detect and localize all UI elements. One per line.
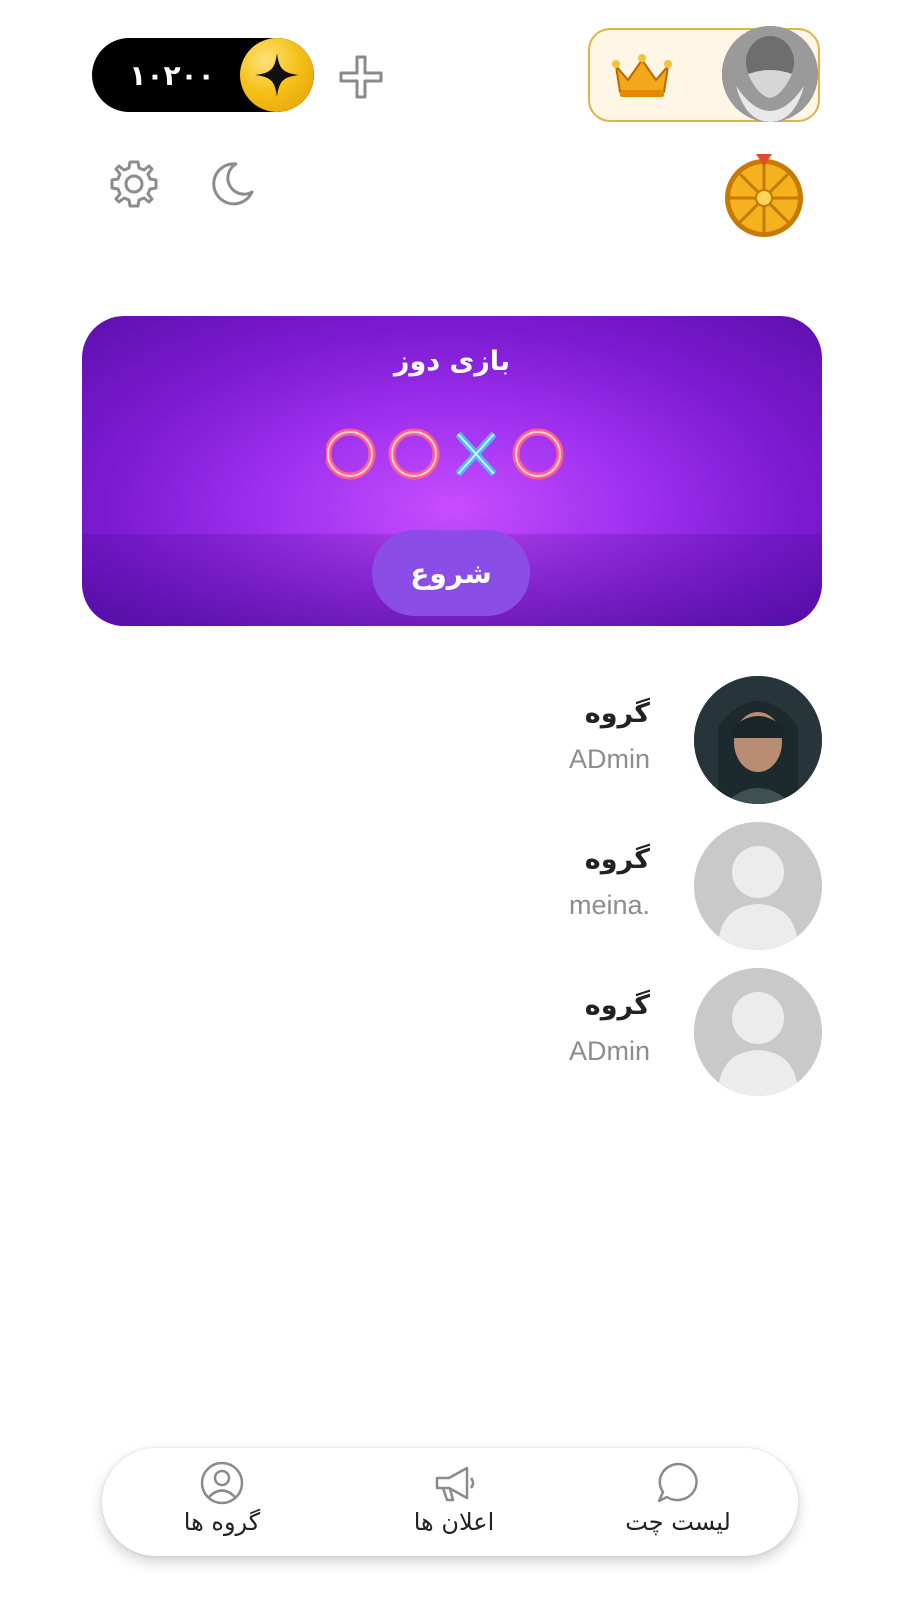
nav-chat-list-label: لیست چت [625, 1508, 731, 1536]
user-circle-icon [200, 1461, 244, 1505]
start-game-button[interactable]: شروع [372, 530, 530, 616]
gear-icon [110, 160, 158, 208]
game-title: بازی دوز [393, 346, 511, 377]
nav-groups-label: گروه ها [183, 1508, 261, 1536]
group-subtitle: meina. [568, 890, 650, 920]
group-avatar-placeholder [694, 822, 822, 950]
group-name: گروه [584, 990, 650, 1021]
nav-groups[interactable]: گروه ها [122, 1448, 322, 1556]
nav-announcements[interactable]: اعلان ها [354, 1448, 554, 1556]
plus-icon [339, 55, 383, 99]
prize-wheel-button[interactable] [722, 152, 806, 240]
group-avatar [694, 676, 822, 804]
group-list-item[interactable]: گروه ADmin [82, 968, 822, 1098]
group-subtitle: ADmin [568, 744, 650, 774]
megaphone-icon [435, 1466, 475, 1502]
profile-avatar[interactable] [722, 26, 818, 122]
tic-tac-toe-symbols [326, 428, 564, 480]
moon-icon [212, 162, 254, 206]
nav-chat-list[interactable]: لیست چت [578, 1448, 778, 1556]
group-list-item[interactable]: گروه ADmin [82, 676, 822, 806]
prize-wheel-icon [725, 154, 803, 237]
crown-icon[interactable] [610, 52, 674, 100]
x-symbol [455, 431, 497, 477]
group-subtitle: ADmin [568, 1036, 650, 1066]
coin-balance-value: ۱۰۲۰۰ [129, 58, 215, 92]
nav-announcements-label: اعلان ها [413, 1508, 495, 1536]
coin-balance-pill[interactable]: ۱۰۲۰۰ [92, 38, 314, 112]
settings-button[interactable] [106, 156, 162, 212]
dark-mode-toggle[interactable] [206, 158, 258, 210]
add-coins-button[interactable] [336, 52, 386, 102]
group-name: گروه [584, 844, 650, 875]
group-list-item[interactable]: گروه meina. [82, 822, 822, 952]
chat-bubble-icon [657, 1462, 698, 1503]
group-name: گروه [584, 698, 650, 729]
bottom-nav: گروه ها اعلان ها لیست چت [102, 1448, 798, 1556]
group-avatar-placeholder [694, 968, 822, 1096]
coin-star-icon [240, 38, 314, 112]
